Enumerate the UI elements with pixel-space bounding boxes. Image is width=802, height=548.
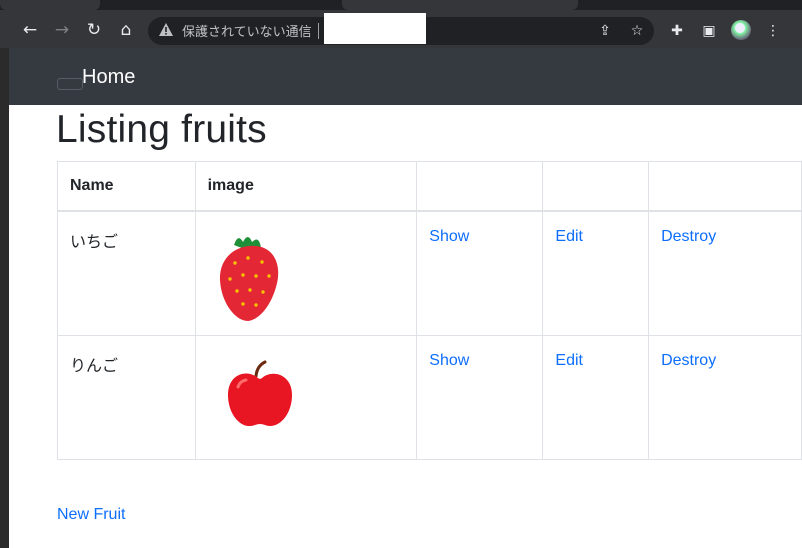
- forward-icon[interactable]: →: [52, 20, 72, 40]
- table-row: いちご Show Edit Destroy: [57, 210, 802, 336]
- page-title: Listing fruits: [56, 108, 267, 151]
- show-link[interactable]: Show: [429, 228, 469, 245]
- browser-tab-active[interactable]: [342, 0, 578, 10]
- apple-image: [227, 360, 292, 426]
- fruit-image-cell: [194, 210, 418, 336]
- fruit-image-cell: [194, 334, 418, 460]
- show-cell: Show: [416, 334, 544, 460]
- warning-icon: [159, 23, 173, 36]
- table-row: りんご Show Edit Destroy: [57, 334, 802, 460]
- column-header-show: [416, 161, 544, 212]
- destroy-cell: Destroy: [648, 334, 802, 460]
- nav-home-link[interactable]: Home: [82, 66, 135, 89]
- edit-cell: Edit: [542, 210, 650, 336]
- home-icon[interactable]: ⌂: [116, 20, 136, 40]
- destroy-cell: Destroy: [648, 210, 802, 336]
- edit-link[interactable]: Edit: [555, 352, 583, 369]
- fruit-name: いちご: [57, 210, 196, 336]
- show-cell: Show: [416, 210, 544, 336]
- navbar-toggler[interactable]: [57, 78, 83, 90]
- extensions-icon[interactable]: ✚: [668, 22, 686, 40]
- navbar: Home: [9, 48, 802, 105]
- column-header-image: image: [194, 161, 418, 212]
- table-header-row: Name image: [57, 161, 802, 212]
- fruit-name: りんご: [57, 334, 196, 460]
- show-link[interactable]: Show: [429, 352, 469, 369]
- back-icon[interactable]: ←: [20, 20, 40, 40]
- new-fruit-link[interactable]: New Fruit: [57, 506, 125, 524]
- url-redacted[interactable]: [324, 13, 426, 44]
- edit-link[interactable]: Edit: [555, 228, 583, 245]
- profile-avatar[interactable]: [731, 20, 751, 40]
- tab-strip: [0, 0, 802, 10]
- address-separator: [318, 23, 319, 39]
- bookmark-star-icon[interactable]: ☆: [628, 22, 646, 40]
- reload-icon[interactable]: ↻: [84, 20, 104, 40]
- column-header-name: Name: [57, 161, 196, 212]
- more-menu-icon[interactable]: ⋮: [764, 22, 782, 40]
- destroy-link[interactable]: Destroy: [661, 228, 716, 245]
- column-header-destroy: [648, 161, 802, 212]
- browser-tab[interactable]: [0, 0, 100, 10]
- web-page: Home Listing fruits Name image いちご Show …: [9, 48, 802, 548]
- strawberry-image: [219, 237, 278, 321]
- security-status-text[interactable]: 保護されていない通信: [182, 21, 312, 40]
- destroy-link[interactable]: Destroy: [661, 352, 716, 369]
- edit-cell: Edit: [542, 334, 650, 460]
- share-icon[interactable]: ⇪: [596, 22, 614, 40]
- fruits-table: Name image いちご Show Edit Destroy りんご Sho…: [57, 161, 802, 460]
- column-header-edit: [542, 161, 650, 212]
- side-panel-icon[interactable]: ▣: [700, 22, 718, 40]
